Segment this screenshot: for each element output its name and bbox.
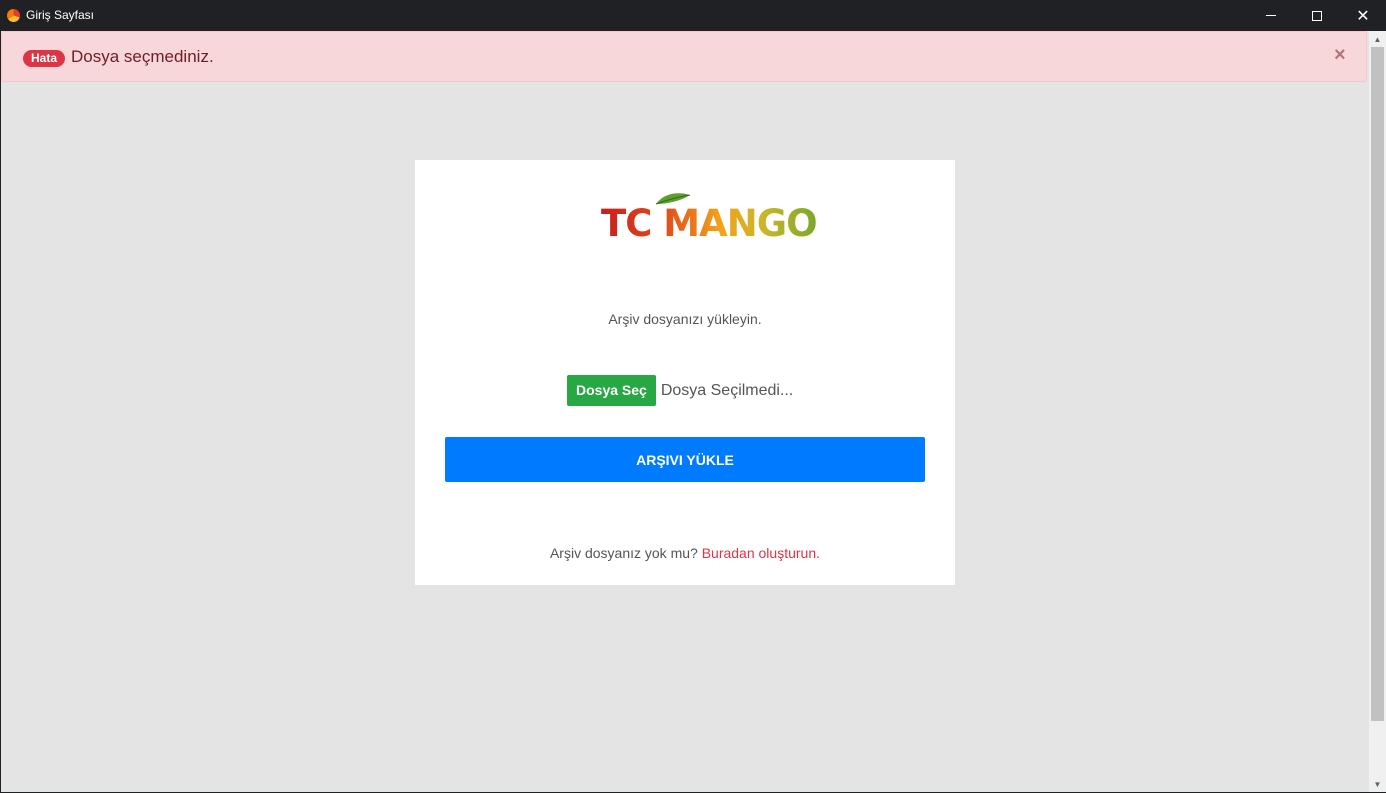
window-title: Giriş Sayfası: [26, 8, 95, 22]
vertical-scrollbar[interactable]: ▲ ▼: [1369, 31, 1386, 793]
file-status-label: Dosya Seçilmedi...: [660, 381, 794, 399]
choose-file-button[interactable]: Dosya Seç: [567, 375, 656, 406]
upload-instruction: Arşiv dosyanızı yükleyin.: [608, 311, 762, 327]
logo-text: TC MANGO: [601, 202, 818, 245]
scroll-down-arrow-icon[interactable]: ▼: [1369, 776, 1386, 793]
upload-card: TC MANGO Arşiv dosyanızı yükleyin. Dosya…: [415, 160, 955, 585]
upload-archive-button[interactable]: ARŞIVI YÜKLE: [445, 437, 925, 482]
maximize-button[interactable]: [1294, 0, 1340, 31]
maximize-icon: [1312, 10, 1322, 21]
error-alert: Hata Dosya seçmediniz. ×: [1, 31, 1367, 82]
minimize-button[interactable]: [1248, 0, 1294, 31]
error-badge: Hata: [23, 50, 66, 67]
close-window-button[interactable]: ✕: [1340, 0, 1386, 31]
app-icon: [7, 9, 20, 22]
close-icon: ✕: [1356, 5, 1370, 25]
alert-message: Dosya seçmediniz.: [71, 47, 214, 66]
brand-logo: TC MANGO: [601, 190, 818, 246]
create-archive-prompt: Arşiv dosyanız yok mu? Buradan oluşturun…: [415, 545, 955, 561]
scroll-up-arrow-icon[interactable]: ▲: [1369, 31, 1386, 48]
file-picker: Dosya Seç Dosya Seçilmedi...: [567, 375, 793, 406]
page-viewport: Hata Dosya seçmediniz. × TC MANGO Arşiv …: [1, 31, 1369, 792]
scrollbar-thumb[interactable]: [1371, 47, 1384, 721]
create-archive-link[interactable]: Buradan oluşturun.: [702, 545, 820, 561]
footer-question: Arşiv dosyanız yok mu?: [549, 545, 698, 561]
window-titlebar: Giriş Sayfası ✕: [0, 0, 1386, 31]
alert-close-button[interactable]: ×: [1334, 45, 1346, 65]
minimize-icon: [1266, 15, 1276, 16]
